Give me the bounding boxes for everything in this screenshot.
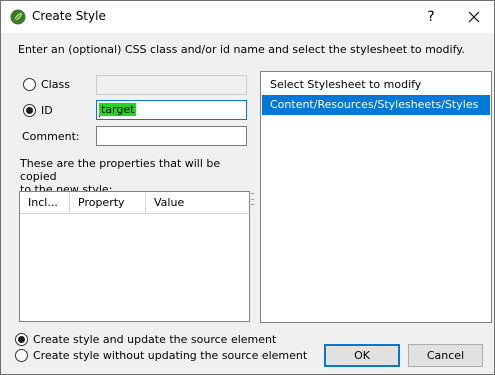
dialog-content: Enter an (optional) CSS class and/or id … bbox=[1, 33, 494, 374]
comment-input[interactable] bbox=[96, 126, 247, 146]
class-label: Class bbox=[41, 78, 70, 91]
id-radio[interactable] bbox=[23, 104, 36, 117]
id-input[interactable]: target bbox=[96, 100, 247, 120]
splitter-grip[interactable] bbox=[251, 193, 257, 205]
column-property[interactable]: Property bbox=[70, 192, 146, 214]
list-item-header[interactable]: Select Stylesheet to modify bbox=[262, 75, 490, 95]
column-value[interactable]: Value bbox=[146, 192, 249, 214]
id-label: ID bbox=[41, 104, 53, 117]
grid-header: Incl... Property Value bbox=[20, 192, 249, 214]
cancel-button[interactable]: Cancel bbox=[408, 344, 483, 367]
close-button[interactable] bbox=[453, 1, 494, 33]
no-update-source-radio[interactable] bbox=[15, 349, 28, 362]
update-source-label: Create style and update the source eleme… bbox=[33, 333, 277, 346]
ok-button[interactable]: OK bbox=[324, 344, 400, 367]
close-icon bbox=[468, 11, 479, 23]
help-button[interactable]: ? bbox=[409, 1, 453, 33]
id-input-value: target bbox=[99, 103, 137, 116]
no-update-source-label: Create style without updating the source… bbox=[33, 349, 308, 362]
class-radio[interactable] bbox=[23, 78, 36, 91]
window-title: Create Style bbox=[32, 9, 106, 23]
create-style-dialog: Create Style ? Enter an (optional) CSS c… bbox=[0, 0, 495, 375]
list-item-stylesheet[interactable]: Content/Resources/Stylesheets/Styles bbox=[262, 95, 490, 115]
update-source-radio[interactable] bbox=[15, 333, 28, 346]
app-leaf-icon bbox=[10, 9, 26, 25]
properties-grid[interactable]: Incl... Property Value bbox=[19, 191, 250, 322]
column-include[interactable]: Incl... bbox=[20, 192, 70, 214]
title-bar[interactable]: Create Style ? bbox=[1, 1, 494, 33]
comment-label: Comment: bbox=[22, 130, 80, 143]
stylesheet-list[interactable]: Select Stylesheet to modify Content/Reso… bbox=[260, 71, 492, 323]
class-input[interactable] bbox=[96, 75, 247, 95]
instruction-text: Enter an (optional) CSS class and/or id … bbox=[18, 43, 465, 56]
